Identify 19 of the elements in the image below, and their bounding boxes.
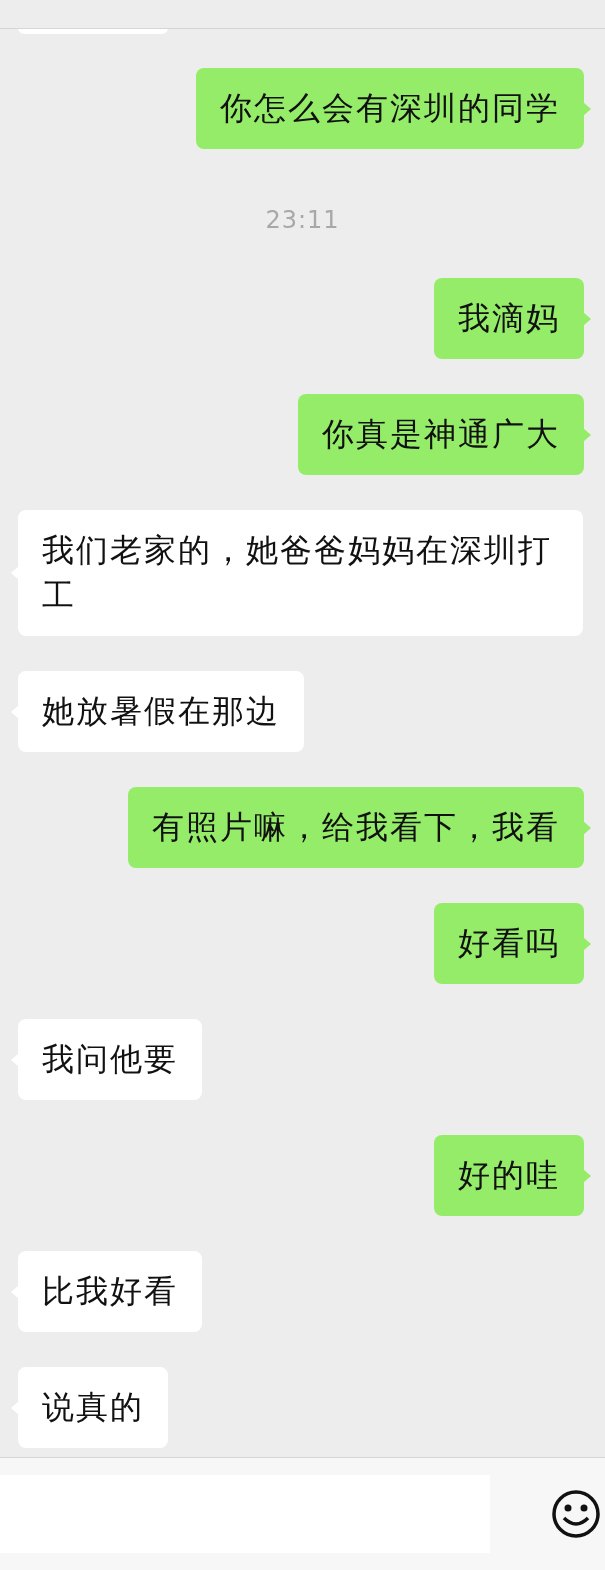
message-bubble: 有照片嘛，给我看下，我看 [128,787,584,868]
message-bubble: 好看吗 [434,903,584,984]
message-bubble: 我问他要 [18,1019,202,1100]
message-bubble: 我们老家的，她爸爸妈妈在深圳打工 [18,510,583,636]
message-bubble: 你怎么会有深圳的同学 [196,68,584,149]
bubble-tail [583,820,591,835]
timestamp: 23:11 [265,205,340,236]
bubble-tail [583,427,591,442]
message-bubble: 你真是神通广大 [298,394,584,475]
message-bubble: 我滴妈 [434,278,584,359]
message-bubble: 她放暑假在那边 [18,671,304,752]
bubble-tail [583,1168,591,1183]
message-bubble: 比我好看 [18,1251,202,1332]
message-bubble: 好的哇 [434,1135,584,1216]
message-bubble: 说真的 [18,1367,168,1448]
smiley-icon [550,1488,602,1540]
bubble-tail [583,936,591,951]
bubble-tail [583,311,591,326]
bubble-tail [583,101,591,116]
